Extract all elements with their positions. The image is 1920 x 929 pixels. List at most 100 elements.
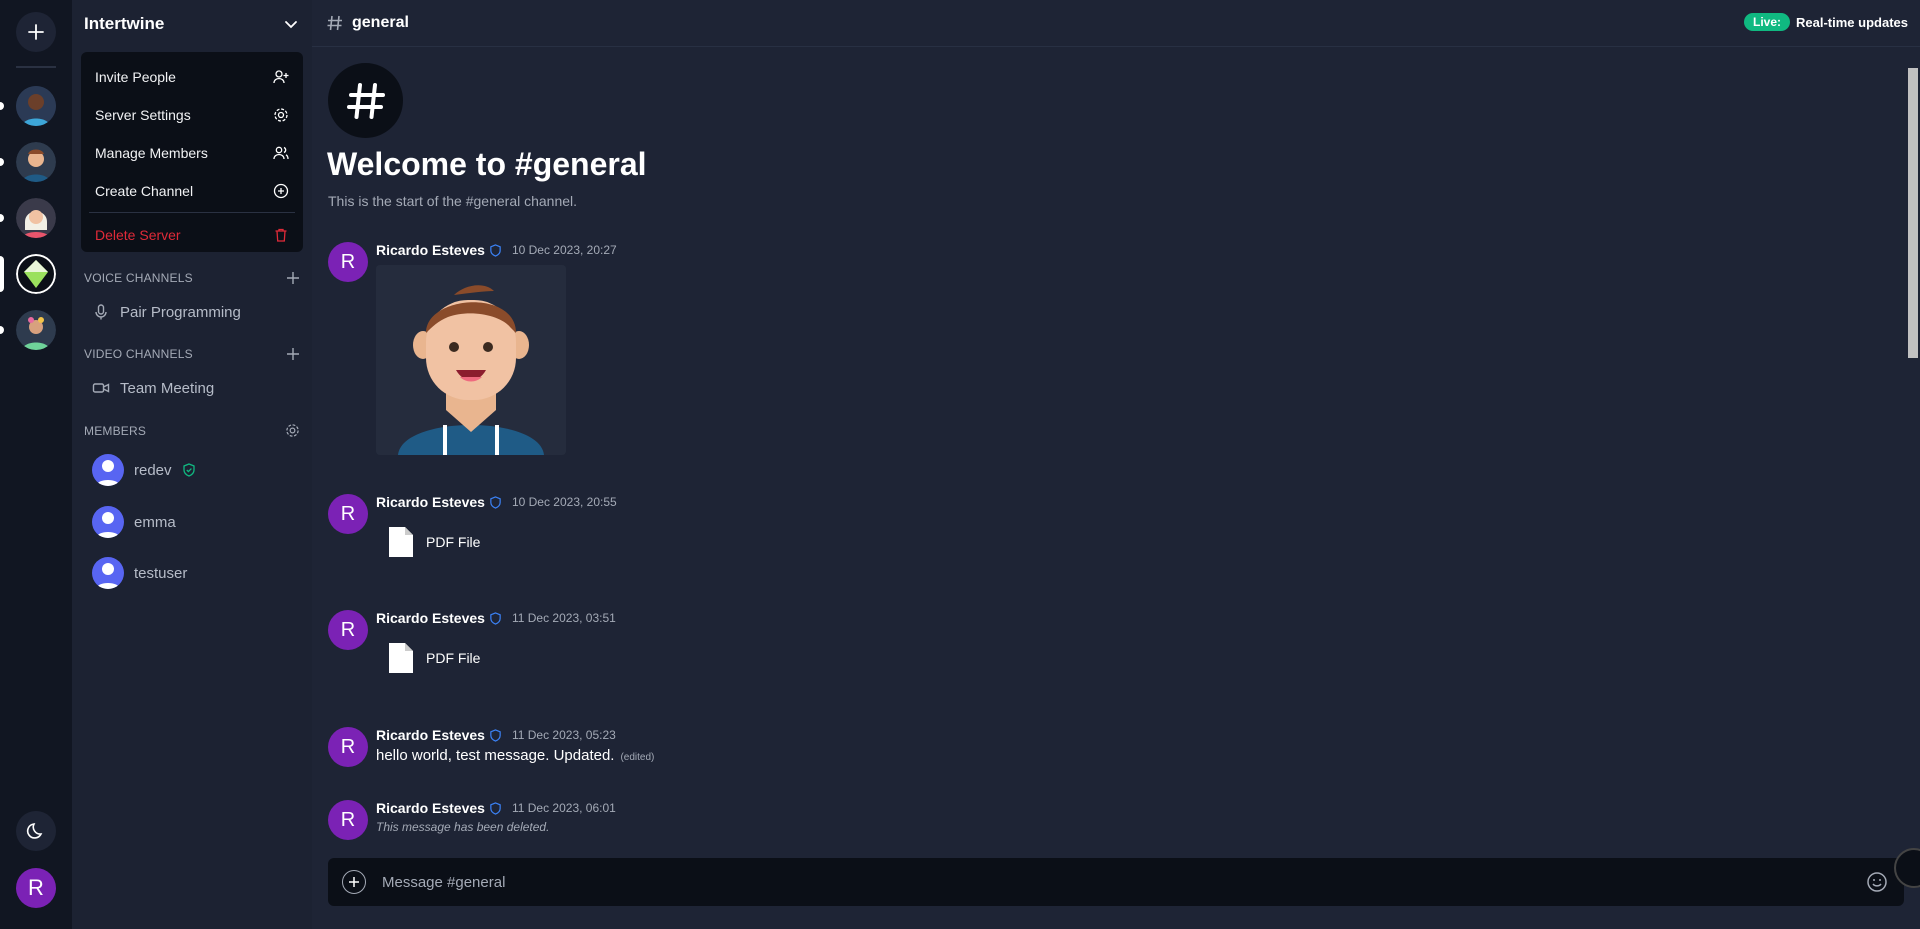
gear-icon bbox=[274, 108, 288, 122]
server-indicator-active bbox=[0, 256, 4, 292]
message-timestamp: 11 Dec 2023, 06:01 bbox=[511, 801, 616, 815]
file-name: PDF File bbox=[426, 534, 481, 550]
chat-area: general Live: Real-time updates Welcome … bbox=[312, 0, 1920, 929]
message-author[interactable]: Ricardo Esteves bbox=[376, 727, 485, 743]
file-attachment[interactable]: PDF File bbox=[388, 642, 480, 674]
create-channel-label: Create Channel bbox=[95, 183, 194, 199]
message-image-attachment[interactable] bbox=[376, 265, 566, 455]
server-indicator bbox=[0, 326, 4, 334]
invite-people-item[interactable]: Invite People bbox=[89, 58, 295, 96]
welcome-subtitle: This is the start of the #general channe… bbox=[328, 193, 578, 209]
message-header: Ricardo Esteves 11 Dec 2023, 06:01 bbox=[376, 800, 616, 816]
server-indicator bbox=[0, 214, 4, 222]
message-text: hello world, test message. Updated. bbox=[376, 747, 615, 764]
video-channels-section: VIDEO CHANNELS bbox=[84, 347, 300, 361]
message-avatar[interactable]: R bbox=[328, 800, 368, 840]
manage-members-item[interactable]: Manage Members bbox=[89, 134, 295, 172]
channel-title: general bbox=[352, 14, 409, 31]
member-avatar bbox=[92, 454, 124, 486]
message-avatar[interactable]: R bbox=[328, 242, 368, 282]
server-icon-5[interactable] bbox=[16, 310, 56, 350]
moon-icon bbox=[26, 823, 43, 839]
plus-icon bbox=[349, 877, 359, 887]
message-header: Ricardo Esteves 10 Dec 2023, 20:55 bbox=[376, 494, 617, 510]
shield-icon bbox=[490, 611, 501, 625]
server-indicator bbox=[0, 158, 4, 166]
message-author[interactable]: Ricardo Esteves bbox=[376, 800, 485, 816]
message-avatar[interactable]: R bbox=[328, 610, 368, 650]
trash-icon bbox=[275, 228, 287, 242]
microphone-icon bbox=[95, 304, 107, 320]
message-author[interactable]: Ricardo Esteves bbox=[376, 610, 485, 626]
voice-channels-heading: VOICE CHANNELS bbox=[84, 271, 193, 285]
chevron-down-icon bbox=[285, 21, 297, 29]
message-avatar[interactable]: R bbox=[328, 727, 368, 767]
server-name: Intertwine bbox=[84, 14, 165, 33]
gear-icon[interactable] bbox=[285, 423, 300, 438]
video-channel-item[interactable]: Team Meeting bbox=[92, 379, 214, 397]
message-timestamp: 11 Dec 2023, 03:51 bbox=[511, 611, 616, 625]
voice-channel-label: Pair Programming bbox=[120, 303, 241, 321]
rail-divider bbox=[16, 66, 56, 68]
delete-server-item[interactable]: Delete Server bbox=[89, 216, 295, 254]
member-name: emma bbox=[134, 513, 176, 531]
file-icon bbox=[389, 643, 413, 673]
emoji-icon[interactable] bbox=[1866, 871, 1888, 893]
create-channel-item[interactable]: Create Channel bbox=[89, 172, 295, 210]
message-item: R Ricardo Esteves 11 Dec 2023, 03:51 PDF… bbox=[328, 610, 928, 690]
message-item: R Ricardo Esteves 11 Dec 2023, 06:01 Thi… bbox=[328, 800, 928, 844]
user-avatar[interactable]: R bbox=[16, 868, 56, 908]
live-badge: Live: bbox=[1744, 13, 1791, 31]
message-input[interactable]: Message #general bbox=[382, 874, 1866, 891]
shield-icon bbox=[490, 495, 501, 509]
scrollbar-thumb[interactable] bbox=[1908, 68, 1918, 358]
message-header: Ricardo Esteves 11 Dec 2023, 05:23 bbox=[376, 727, 616, 743]
member-avatar bbox=[92, 557, 124, 589]
member-name: redev bbox=[134, 461, 172, 479]
message-item: R Ricardo Esteves 10 Dec 2023, 20:27 bbox=[328, 242, 928, 472]
server-icon-1[interactable] bbox=[16, 86, 56, 126]
message-item: R Ricardo Esteves 11 Dec 2023, 05:23 hel… bbox=[328, 727, 928, 771]
video-channels-heading: VIDEO CHANNELS bbox=[84, 347, 193, 361]
member-item[interactable]: testuser bbox=[92, 557, 187, 589]
server-icon-2[interactable] bbox=[16, 142, 56, 182]
theme-toggle-button[interactable] bbox=[16, 811, 56, 851]
menu-divider bbox=[89, 212, 295, 213]
message-text-row: hello world, test message. Updated. (edit… bbox=[376, 747, 654, 764]
server-icon-4[interactable] bbox=[16, 254, 56, 294]
live-status-text: Real-time updates bbox=[1796, 14, 1908, 30]
message-avatar[interactable]: R bbox=[328, 494, 368, 534]
add-video-channel-icon[interactable] bbox=[286, 347, 300, 361]
file-attachment[interactable]: PDF File bbox=[388, 526, 480, 558]
attach-button[interactable] bbox=[342, 870, 366, 894]
shield-icon bbox=[490, 243, 501, 257]
welcome-title: Welcome to #general bbox=[327, 146, 647, 182]
message-header: Ricardo Esteves 10 Dec 2023, 20:27 bbox=[376, 242, 617, 258]
add-voice-channel-icon[interactable] bbox=[286, 271, 300, 285]
server-settings-item[interactable]: Server Settings bbox=[89, 96, 295, 134]
message-timestamp: 11 Dec 2023, 05:23 bbox=[511, 728, 616, 742]
file-icon bbox=[389, 527, 413, 557]
member-item[interactable]: redev bbox=[92, 454, 196, 486]
member-avatar bbox=[92, 506, 124, 538]
message-item: R Ricardo Esteves 10 Dec 2023, 20:55 PDF… bbox=[328, 494, 928, 574]
server-icon-3[interactable] bbox=[16, 198, 56, 238]
message-timestamp: 10 Dec 2023, 20:27 bbox=[511, 243, 617, 257]
message-author[interactable]: Ricardo Esteves bbox=[376, 242, 485, 258]
video-camera-icon bbox=[92, 383, 110, 393]
hash-icon bbox=[327, 15, 342, 31]
member-item[interactable]: emma bbox=[92, 506, 176, 538]
users-icon bbox=[273, 146, 289, 160]
hash-icon bbox=[346, 82, 385, 119]
message-author[interactable]: Ricardo Esteves bbox=[376, 494, 485, 510]
server-indicator bbox=[0, 102, 4, 110]
shield-check-icon bbox=[182, 463, 195, 477]
voice-channels-section: VOICE CHANNELS bbox=[84, 271, 300, 285]
shield-icon bbox=[490, 728, 501, 742]
invite-people-label: Invite People bbox=[95, 69, 176, 85]
server-header[interactable]: Intertwine bbox=[72, 0, 312, 48]
add-server-button[interactable] bbox=[16, 12, 56, 52]
voice-channel-item[interactable]: Pair Programming bbox=[92, 303, 241, 321]
plus-icon bbox=[28, 24, 44, 40]
plus-circle-icon bbox=[273, 183, 289, 199]
